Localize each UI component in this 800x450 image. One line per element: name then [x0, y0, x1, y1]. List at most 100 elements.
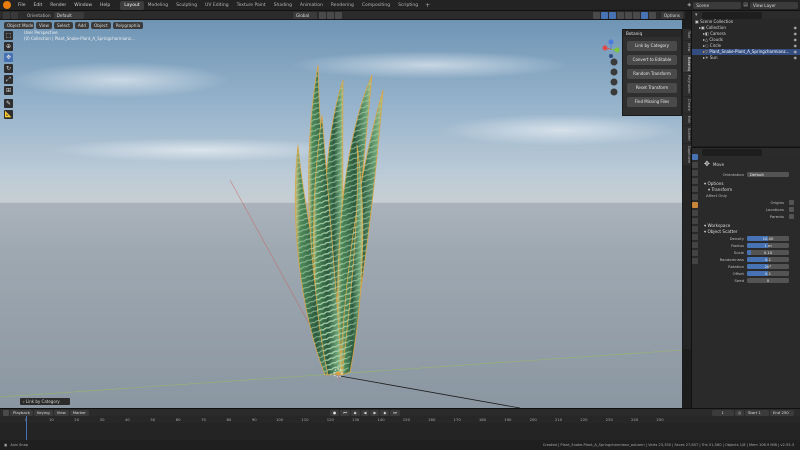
tab-scatter[interactable]: Scatter [683, 125, 691, 143]
playback-menu[interactable]: Playback [10, 409, 33, 416]
record-button[interactable]: ● [329, 409, 340, 416]
tab-tool[interactable]: Tool [683, 29, 691, 40]
playhead[interactable] [26, 416, 27, 440]
menu-view[interactable]: View [36, 21, 52, 29]
parents-checkbox[interactable] [789, 214, 794, 219]
transform-tool-icon[interactable]: ⊞ [4, 86, 13, 95]
preview-range-icon[interactable]: ◷ [734, 409, 744, 416]
find-missing-files-button[interactable]: Find Missing Files [627, 97, 677, 107]
next-keyframe-button[interactable]: ◆ [380, 409, 390, 416]
tab-duplicate[interactable]: Duplicate [683, 143, 691, 165]
mode-dropdown[interactable]: Object Mode [4, 21, 34, 29]
shading-solid-icon[interactable] [632, 11, 640, 19]
camera-view-icon[interactable] [610, 78, 618, 86]
tab-compositing[interactable]: Compositing [358, 1, 394, 10]
scale-tool-icon[interactable]: ⤢ [4, 75, 13, 84]
material-properties-icon[interactable] [692, 250, 698, 256]
random-transform-button[interactable]: Random Transform [627, 69, 677, 79]
editor-type-icon[interactable] [3, 409, 9, 416]
link-by-category-button[interactable]: Link by Category [627, 41, 677, 51]
zoom-icon[interactable] [610, 58, 618, 66]
timeline-ruler[interactable]: 0102030405060708090100110120130140150160… [0, 416, 800, 423]
shading-material-icon[interactable] [640, 11, 648, 19]
tab-edit[interactable]: Edit [683, 113, 691, 125]
tab-layout[interactable]: Layout [120, 0, 144, 10]
gizmo-toggle-icon[interactable] [600, 11, 608, 19]
menu-object[interactable]: Object [90, 21, 111, 29]
operator-panel[interactable]: › Link by Category [20, 398, 70, 405]
output-properties-icon[interactable] [692, 170, 698, 176]
tab-animation[interactable]: Animation [296, 1, 327, 10]
scatter-field-slider[interactable]: 0 [747, 277, 789, 284]
outliner-filter-icon[interactable]: ▾ [695, 12, 698, 18]
play-button[interactable]: ▶ [370, 409, 380, 416]
tab-uv-editing[interactable]: UV Editing [201, 1, 232, 10]
scatter-field-slider[interactable]: 1 m [747, 242, 789, 249]
navigation-gizmo[interactable] [602, 39, 620, 59]
texture-properties-icon[interactable] [692, 258, 698, 264]
modifier-properties-icon[interactable] [692, 210, 698, 216]
tab-botaniq[interactable]: Botaniq [683, 54, 691, 73]
prev-keyframe-button[interactable]: ◆ [350, 409, 360, 416]
play-reverse-button[interactable]: ◀ [360, 409, 370, 416]
view-layer-selector[interactable]: View Layer [750, 1, 798, 9]
scatter-field-slider[interactable]: 20° [747, 263, 789, 270]
tab-texture-paint[interactable]: Texture Paint [233, 1, 270, 10]
perspective-toggle-icon[interactable] [610, 88, 618, 96]
physics-properties-icon[interactable] [692, 226, 698, 232]
add-workspace-icon[interactable]: + [422, 2, 433, 9]
tab-create[interactable]: Create [683, 96, 691, 113]
select-tool-icon[interactable]: ⬚ [4, 31, 13, 40]
reset-transform-button[interactable]: Reset Transform [627, 83, 677, 93]
3d-viewport[interactable]: User Perspective (0) Collection | Plant_… [0, 20, 682, 408]
transform-tool-icon[interactable] [11, 11, 18, 19]
end-frame-field[interactable]: End 250 [770, 409, 794, 416]
properties-search-input[interactable] [702, 149, 762, 156]
options-dropdown[interactable]: Options [660, 11, 683, 19]
outliner-search-input[interactable] [701, 11, 762, 19]
menu-polygraphia[interactable]: Polygraphia [112, 21, 144, 29]
visibility-icon[interactable] [592, 11, 600, 19]
tab-scripting[interactable]: Scripting [394, 1, 422, 10]
outliner-item[interactable]: ▸☀ Sun ◉ [692, 55, 800, 61]
marker-menu[interactable]: Marker [69, 409, 89, 416]
scatter-field-slider[interactable]: 0.1 [747, 270, 789, 277]
pan-hand-icon[interactable] [610, 68, 618, 76]
tab-shading[interactable]: Shading [270, 1, 296, 10]
scene-selector[interactable]: Scene [693, 1, 742, 9]
snake-plant-model[interactable] [294, 64, 384, 376]
move-tool-icon[interactable]: ✥ [4, 53, 13, 62]
tab-sculpting[interactable]: Sculpting [172, 1, 201, 10]
start-frame-field[interactable]: Start 1 [745, 409, 769, 416]
menu-render[interactable]: Render [46, 0, 70, 11]
tool-properties-icon[interactable] [692, 154, 698, 160]
xray-icon[interactable] [616, 11, 624, 19]
data-properties-icon[interactable] [692, 242, 698, 248]
menu-edit[interactable]: Edit [30, 0, 47, 11]
menu-select[interactable]: Select [53, 21, 73, 29]
overlay-toggle-icon[interactable] [608, 11, 616, 19]
current-frame-field[interactable]: 1 [711, 409, 734, 416]
menu-file[interactable]: File [14, 0, 30, 11]
jump-start-button[interactable]: ⏮ [340, 409, 350, 416]
render-properties-icon[interactable] [692, 162, 698, 168]
shading-rendered-icon[interactable] [648, 11, 656, 19]
tab-rendering[interactable]: Rendering [327, 1, 358, 10]
menu-add[interactable]: Add [74, 21, 89, 29]
convert-to-editable-button[interactable]: Convert to Editable [627, 55, 677, 65]
menu-help[interactable]: Help [96, 0, 114, 11]
menu-window[interactable]: Window [70, 0, 96, 11]
locations-checkbox[interactable] [789, 207, 794, 212]
view-menu[interactable]: View [53, 409, 69, 416]
constraint-properties-icon[interactable] [692, 234, 698, 240]
tab-polyhaven[interactable]: Polyhaven [683, 73, 691, 96]
rotate-tool-icon[interactable]: ↻ [4, 64, 13, 73]
scatter-field-slider[interactable]: 0.10 [747, 249, 789, 256]
timeline-track[interactable] [0, 416, 800, 440]
editor-type-icon[interactable] [3, 11, 10, 19]
tab-modeling[interactable]: Modeling [144, 1, 172, 10]
proportional-edit-icon[interactable] [334, 11, 342, 19]
keying-menu[interactable]: Keying [33, 409, 53, 416]
scatter-field-slider[interactable]: 10.00 [747, 235, 789, 242]
object-properties-icon[interactable] [692, 202, 698, 208]
